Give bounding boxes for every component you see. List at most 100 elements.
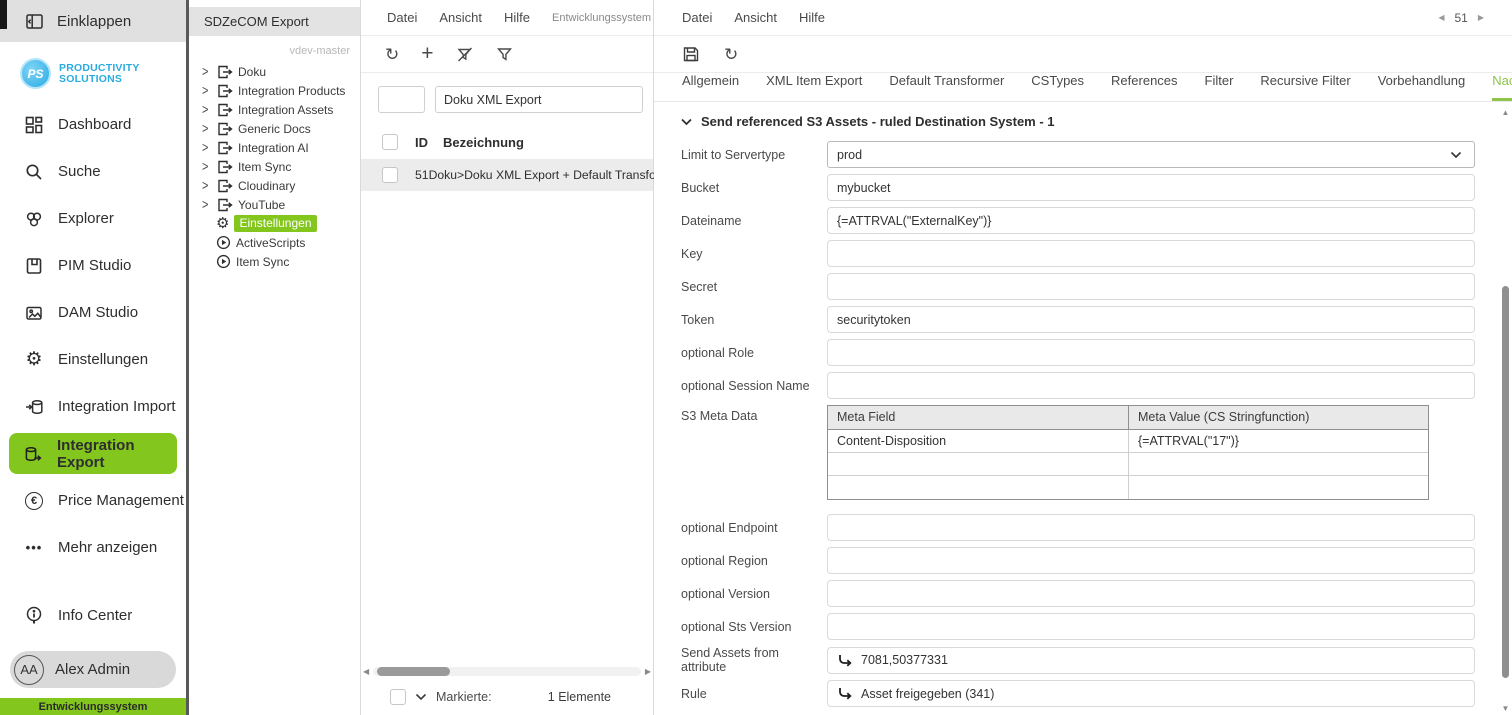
vscroll-track[interactable]: [1501, 118, 1510, 704]
chevron-right-icon[interactable]: >: [202, 121, 211, 136]
refresh-button[interactable]: ↻: [724, 46, 738, 63]
sidebar-item-suche[interactable]: Suche: [0, 148, 186, 195]
select-all-checkbox[interactable]: [382, 134, 398, 150]
session-name-input[interactable]: [827, 372, 1475, 399]
pager-prev-icon[interactable]: ◀: [1438, 13, 1444, 22]
meta-row: [828, 453, 1428, 476]
scroll-left-icon[interactable]: ◀: [363, 667, 373, 676]
vertical-scrollbar[interactable]: ▲ ▼: [1500, 108, 1511, 714]
sidebar-item-mehr-anzeigen[interactable]: ••• Mehr anzeigen: [0, 524, 186, 571]
tab-default-transformer[interactable]: Default Transformer: [889, 73, 1004, 101]
add-button[interactable]: +: [421, 43, 433, 64]
sidebar-item-integration-export[interactable]: Integration Export: [9, 433, 177, 474]
row-checkbox[interactable]: [382, 167, 398, 183]
menu-datei[interactable]: Datei: [387, 10, 417, 25]
footer-checkbox[interactable]: [390, 688, 406, 705]
menu-ansicht[interactable]: Ansicht: [734, 10, 777, 25]
sidebar-item-pim-studio[interactable]: PIM Studio: [0, 242, 186, 289]
chevron-right-icon[interactable]: >: [202, 64, 211, 79]
tree-item-integration-products[interactable]: > Integration Products: [202, 81, 360, 100]
brand-logo[interactable]: PS PRODUCTIVITY SOLUTIONS: [0, 42, 186, 93]
hscroll-thumb[interactable]: [377, 666, 450, 676]
tree-item-item-sync-2[interactable]: Item Sync: [202, 252, 360, 271]
table-row[interactable]: 51 Doku>Doku XML Export + Default Transf…: [361, 159, 681, 191]
endpoint-input[interactable]: [827, 514, 1475, 541]
chevron-right-icon[interactable]: >: [202, 197, 211, 212]
sidebar-item-label: Dashboard: [58, 116, 132, 133]
token-input[interactable]: [827, 306, 1475, 333]
sidebar-item-einstellungen[interactable]: ⚙ Einstellungen: [0, 336, 186, 383]
tab-allgemein[interactable]: Allgemein: [682, 73, 739, 101]
section-header[interactable]: Send referenced S3 Assets - ruled Destin…: [681, 114, 1475, 129]
chevron-down-icon[interactable]: [415, 693, 427, 701]
menu-hilfe[interactable]: Hilfe: [799, 10, 825, 25]
horizontal-scrollbar[interactable]: ◀ ▶: [363, 664, 651, 678]
tab-vorbehandlung[interactable]: Vorbehandlung: [1378, 73, 1465, 101]
tree-item-activescripts[interactable]: ActiveScripts: [202, 233, 360, 252]
version-input[interactable]: [827, 580, 1475, 607]
pager-value: 51: [1454, 10, 1468, 25]
vscroll-thumb[interactable]: [1502, 286, 1509, 678]
tree-item-generic-docs[interactable]: > Generic Docs: [202, 119, 360, 138]
sidebar-collapse-button[interactable]: Einklappen: [0, 0, 186, 42]
chevron-right-icon[interactable]: >: [202, 159, 211, 174]
chevron-right-icon[interactable]: >: [202, 83, 211, 98]
tree-item-item-sync[interactable]: > Item Sync: [202, 157, 360, 176]
menu-ansicht[interactable]: Ansicht: [439, 10, 482, 25]
meta-value-cell[interactable]: [1129, 476, 1428, 499]
bucket-input[interactable]: [827, 174, 1475, 201]
sts-version-input[interactable]: [827, 613, 1475, 640]
rule-picker[interactable]: Asset freigegeben (341): [827, 680, 1475, 707]
sidebar-item-dam-studio[interactable]: DAM Studio: [0, 289, 186, 336]
sidebar-item-info-center[interactable]: Info Center: [0, 592, 186, 639]
tab-xml-item-export[interactable]: XML Item Export: [766, 73, 862, 101]
sidebar-item-dashboard[interactable]: Dashboard: [0, 101, 186, 148]
meta-value-cell[interactable]: {=ATTRVAL("17")}: [1129, 430, 1428, 452]
tab-cstypes[interactable]: CSTypes: [1031, 73, 1084, 101]
tree-item-integration-ai[interactable]: > Integration AI: [202, 138, 360, 157]
detail-content: Send referenced S3 Assets - ruled Destin…: [654, 102, 1512, 715]
tree-item-cloudinary[interactable]: > Cloudinary: [202, 176, 360, 195]
hscroll-track[interactable]: [373, 666, 641, 676]
tab-filter[interactable]: Filter: [1205, 73, 1234, 101]
field-label: Rule: [681, 686, 707, 701]
secret-input[interactable]: [827, 273, 1475, 300]
servertype-select[interactable]: prod: [827, 141, 1475, 168]
sidebar-item-integration-import[interactable]: Integration Import: [0, 383, 186, 430]
meta-field-cell[interactable]: [828, 453, 1129, 475]
id-filter-input[interactable]: [378, 86, 425, 113]
refresh-button[interactable]: ↻: [385, 46, 399, 63]
tab-recursive-filter[interactable]: Recursive Filter: [1260, 73, 1350, 101]
dateiname-input[interactable]: [827, 207, 1475, 234]
meta-field-cell[interactable]: [828, 476, 1129, 499]
chevron-right-icon[interactable]: >: [202, 102, 211, 117]
key-input[interactable]: [827, 240, 1475, 267]
tab-references[interactable]: References: [1111, 73, 1177, 101]
scroll-right-icon[interactable]: ▶: [641, 667, 651, 676]
meta-field-cell[interactable]: Content-Disposition: [828, 430, 1129, 452]
sidebar-item-price-management[interactable]: € Price Management: [0, 477, 186, 524]
scroll-up-icon[interactable]: ▲: [1502, 108, 1510, 118]
send-assets-attribute-picker[interactable]: 7081,50377331: [827, 646, 1475, 674]
tree-item-youtube[interactable]: > YouTube: [202, 195, 360, 214]
tab-nachbehandlung[interactable]: Nachbehandlung: [1492, 73, 1512, 101]
chevron-right-icon[interactable]: >: [202, 140, 211, 155]
pager-next-icon[interactable]: ▶: [1478, 13, 1484, 22]
region-input[interactable]: [827, 547, 1475, 574]
user-menu[interactable]: AA Alex Admin: [10, 651, 176, 688]
role-input[interactable]: [827, 339, 1475, 366]
scroll-down-icon[interactable]: ▼: [1502, 704, 1510, 714]
tree-item-doku[interactable]: > Doku: [202, 62, 360, 81]
clear-filter-button[interactable]: [456, 46, 474, 63]
search-input[interactable]: [435, 86, 643, 113]
meta-value-cell[interactable]: [1129, 453, 1428, 475]
menu-datei[interactable]: Datei: [682, 10, 712, 25]
filter-icon: [496, 46, 513, 62]
save-button[interactable]: [682, 45, 700, 63]
chevron-right-icon[interactable]: >: [202, 178, 211, 193]
filter-button[interactable]: [496, 46, 513, 62]
sidebar-item-explorer[interactable]: Explorer: [0, 195, 186, 242]
tree-item-einstellungen[interactable]: ⚙ Einstellungen: [202, 214, 360, 233]
menu-hilfe[interactable]: Hilfe: [504, 10, 530, 25]
tree-item-integration-assets[interactable]: > Integration Assets: [202, 100, 360, 119]
